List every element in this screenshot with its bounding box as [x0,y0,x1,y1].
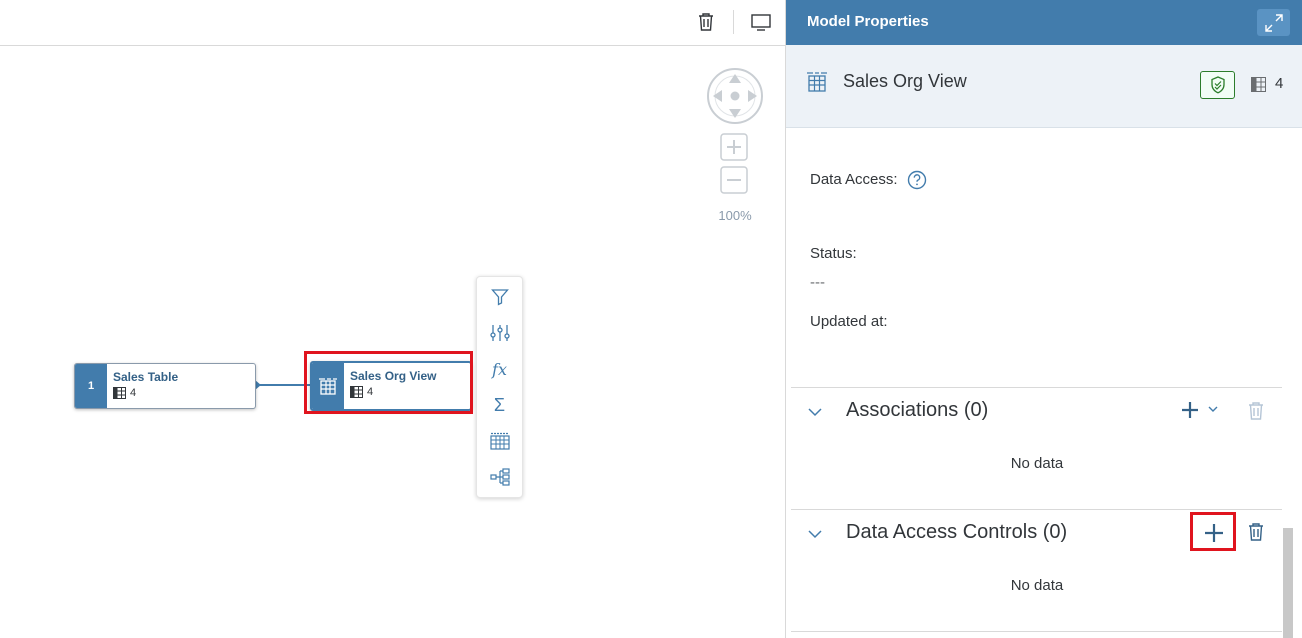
expand-icon [1264,13,1283,32]
delete-data-access-control-button[interactable] [1245,521,1267,543]
help-icon[interactable] [907,170,927,190]
object-name: Sales Org View [843,71,967,91]
node-context-toolbar: 𝑓𝑥 Σ [476,276,523,498]
expand-panel-button[interactable] [1257,9,1290,36]
view-icon [806,70,828,97]
node-column-count: 4 [130,387,137,399]
shield-check-icon [1210,76,1225,94]
column-count-icon [1251,77,1266,97]
panel-scrollbar[interactable] [1283,528,1293,638]
highlight-box [1190,512,1236,551]
delete-icon [1249,523,1263,541]
column-count-icon [113,387,126,399]
section-divider [791,631,1282,632]
add-icon [1182,402,1198,418]
zoom-out-button[interactable] [720,166,748,194]
highlight-box [304,351,473,414]
chevron-down-icon [1208,406,1218,412]
chevron-down-icon[interactable] [806,403,824,421]
node-title: Sales Table [113,370,179,384]
join-connector-line [255,384,310,386]
panel-title: Model Properties [807,13,929,30]
hierarchy-icon[interactable] [477,459,522,495]
zoom-in-button[interactable] [720,133,748,161]
section-divider [791,387,1282,388]
delete-icon[interactable] [694,10,718,34]
pan-navigation-control[interactable] [706,67,764,125]
data-access-status-button[interactable] [1200,71,1235,99]
calculated-column-icon[interactable]: 𝑓𝑥 [477,351,522,387]
data-access-controls-no-data: No data [1010,577,1064,594]
node-index: 1 [75,364,107,408]
zoom-level: 100% [718,208,752,223]
aggregation-icon[interactable]: Σ [477,387,522,423]
node-sales-table[interactable]: 1 Sales Table 4 [74,363,256,409]
add-association-button[interactable] [1179,399,1201,421]
updated-at-label: Updated at: [810,313,888,330]
column-settings-icon[interactable] [477,315,522,351]
data-access-label: Data Access: [810,171,898,188]
delete-icon [1249,402,1263,420]
associations-title[interactable]: Associations (0) [846,399,988,422]
object-column-count: 4 [1275,75,1284,92]
chevron-down-icon[interactable] [806,525,824,543]
delete-association-button[interactable] [1245,400,1267,422]
panel-header: Model Properties [786,0,1302,45]
model-properties-panel: Model Properties Sales Org View 4 Data A… [785,0,1302,638]
status-value: --- [810,274,825,291]
section-divider [791,509,1282,510]
table-columns-icon[interactable] [477,423,522,459]
filter-icon[interactable] [477,279,522,315]
status-label: Status: [810,245,857,262]
toolbar-separator [733,10,734,34]
associations-no-data: No data [1010,455,1064,472]
monitor-icon[interactable] [749,10,773,34]
object-header: Sales Org View 4 [786,45,1302,128]
data-access-controls-title[interactable]: Data Access Controls (0) [846,521,1067,544]
add-association-menu-button[interactable] [1206,402,1220,416]
canvas-toolbar [0,0,785,46]
